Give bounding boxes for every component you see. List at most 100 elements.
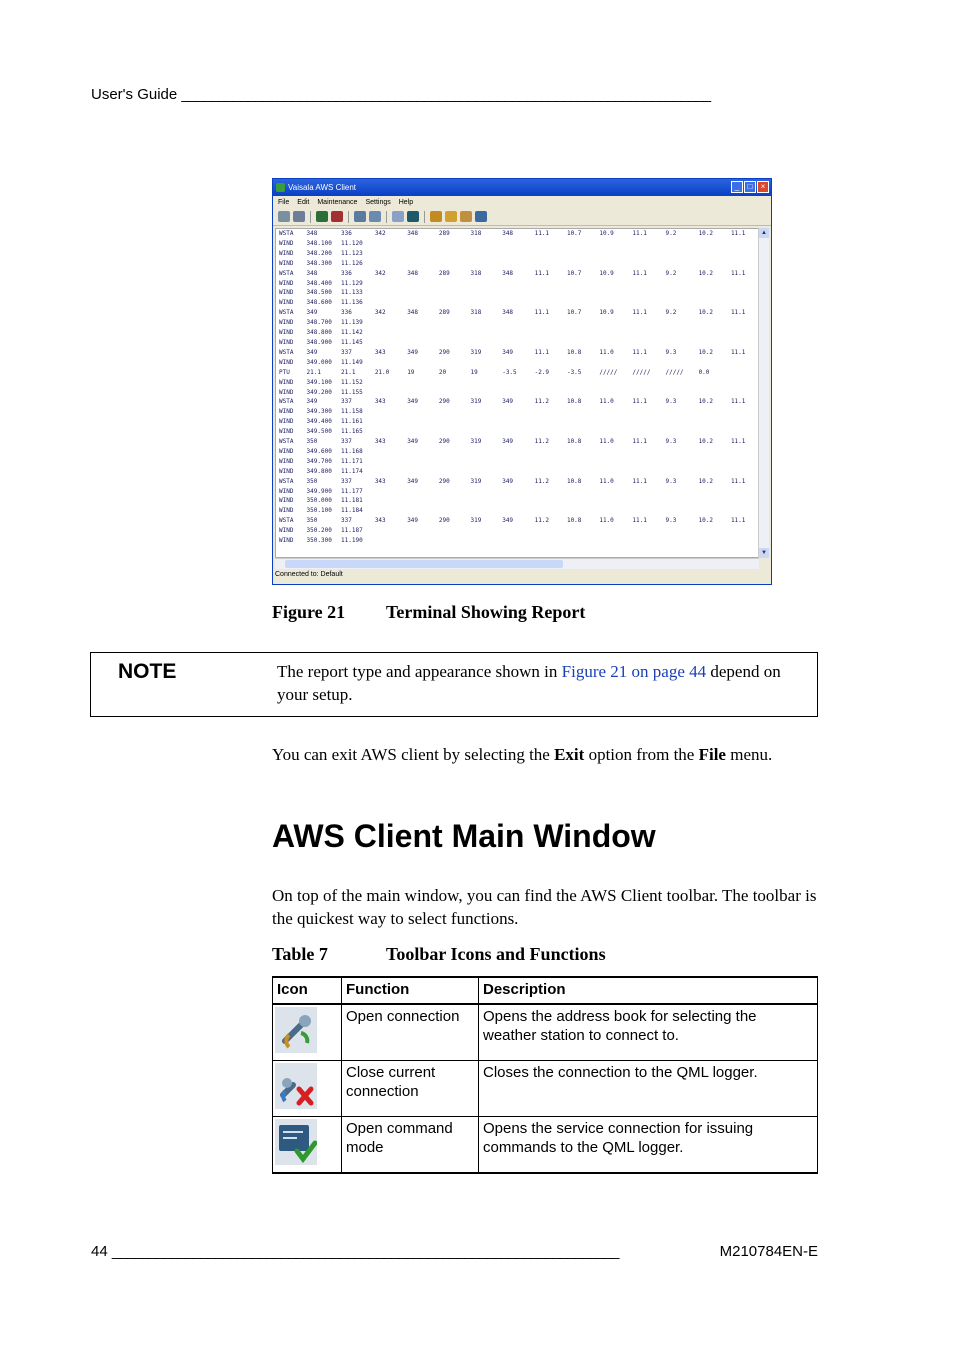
terminal-cell: 349.600 bbox=[306, 447, 332, 455]
terminal-cell: 10.2 bbox=[698, 398, 714, 406]
terminal-cell: 349 bbox=[407, 517, 419, 525]
terminal-cell: WIND bbox=[279, 319, 294, 327]
menu-help[interactable]: Help bbox=[399, 199, 413, 206]
terminal-row: WIND 348.200 11.123 bbox=[276, 249, 758, 259]
figure-number: Figure 21 bbox=[272, 602, 346, 622]
terminal-cell: 9.3 bbox=[665, 348, 677, 356]
terminal-cell: 10.2 bbox=[698, 309, 714, 317]
terminal-cell: 11.152 bbox=[341, 378, 363, 386]
copy-icon[interactable] bbox=[392, 211, 404, 222]
terminal-cell: 10.2 bbox=[698, 438, 714, 446]
terminal-cell: 11.133 bbox=[341, 289, 363, 297]
terminal-cell: WIND bbox=[279, 487, 294, 495]
horizontal-scrollbar[interactable] bbox=[275, 558, 759, 569]
terminal-cell: 348 bbox=[407, 309, 419, 317]
terminal-cell: 349 bbox=[407, 477, 419, 485]
folder-icon[interactable] bbox=[460, 211, 472, 222]
toolbar-separator bbox=[386, 210, 387, 223]
terminal-cell: WIND bbox=[279, 447, 294, 455]
terminal-cell: 11.1 bbox=[534, 230, 550, 237]
terminal-cell: WIND bbox=[279, 358, 294, 366]
maximize-icon[interactable]: □ bbox=[744, 181, 756, 193]
table-caption-title: Toolbar Icons and Functions bbox=[386, 944, 606, 964]
close-connection-icon[interactable] bbox=[293, 211, 305, 222]
table-row: Open connection Opens the address book f… bbox=[272, 1003, 818, 1061]
terminal-cell: 11.123 bbox=[341, 249, 363, 257]
terminal-cell: 11.168 bbox=[341, 447, 363, 455]
terminal-cell: 11.155 bbox=[341, 388, 363, 396]
terminal-cell: ///// bbox=[599, 368, 618, 376]
terminal-cell: 10.8 bbox=[566, 477, 582, 485]
terminal-cell: 349 bbox=[306, 398, 318, 406]
terminal-cell: 11.120 bbox=[341, 239, 363, 247]
terminal-cell: 11.177 bbox=[341, 487, 363, 495]
terminal-cell: 11.1 bbox=[632, 269, 647, 277]
table-header-row: Icon Function Description bbox=[272, 976, 818, 1005]
terminal-cell: 343 bbox=[374, 517, 386, 525]
terminal-cell: 11.0 bbox=[599, 517, 614, 525]
command-mode-icon[interactable] bbox=[316, 211, 328, 222]
upload-icon[interactable] bbox=[369, 211, 381, 222]
terminal-row: PTU 21.1 21.1 21.0 19 20 19 -3.5 -2.9 -3.5 ///// //… bbox=[276, 368, 758, 378]
menu-file[interactable]: File bbox=[278, 199, 289, 206]
terminal-cell: WIND bbox=[279, 259, 294, 267]
terminal-cell: 9.2 bbox=[665, 230, 677, 237]
scroll-thumb[interactable] bbox=[285, 560, 563, 568]
terminal-cell: 11.1 bbox=[730, 398, 746, 406]
stop-command-icon[interactable] bbox=[331, 211, 343, 222]
footer-rule: ________________________________________… bbox=[111, 1243, 620, 1260]
terminal-cell: 350.200 bbox=[306, 527, 332, 535]
terminal-row: WIND 350.300 11.190 bbox=[276, 536, 758, 546]
terminal-cell: WSTA bbox=[279, 517, 294, 525]
table-caption-number: Table 7 bbox=[272, 944, 328, 964]
description-cell: Opens the service connection for issuing… bbox=[478, 1116, 818, 1174]
transfer-icon[interactable] bbox=[354, 211, 366, 222]
terminal-cell: 349.800 bbox=[306, 467, 332, 475]
settings-icon[interactable] bbox=[430, 211, 442, 222]
command-mode-icon bbox=[275, 1119, 318, 1165]
terminal-cell: 350.100 bbox=[306, 507, 332, 515]
scroll-down-icon[interactable]: ▼ bbox=[759, 548, 769, 558]
terminal-cell: 11.158 bbox=[341, 408, 363, 416]
terminal-cell: 348 bbox=[407, 230, 419, 237]
terminal-cell: WIND bbox=[279, 497, 294, 505]
toolbar-separator bbox=[348, 210, 349, 223]
terminal-output: WSTA 348 336 342 348 289 318 348 11.1 10.7 10.9 11.… bbox=[275, 228, 759, 558]
terminal-row: WIND 348.800 11.142 bbox=[276, 328, 758, 338]
terminal-cell: 319 bbox=[470, 517, 482, 525]
figure-caption: Figure 21 bbox=[272, 602, 345, 623]
terminal-icon[interactable] bbox=[407, 211, 419, 222]
scroll-up-icon[interactable]: ▲ bbox=[759, 228, 769, 238]
terminal-cell: 10.9 bbox=[599, 309, 614, 317]
terminal-row: WIND 349.600 11.168 bbox=[276, 447, 758, 457]
open-connection-icon[interactable] bbox=[278, 211, 290, 222]
menu-settings[interactable]: Settings bbox=[365, 199, 390, 206]
terminal-cell: 10.7 bbox=[566, 269, 582, 277]
terminal-row: WIND 349.100 11.152 bbox=[276, 378, 758, 388]
terminal-cell: 350 bbox=[306, 477, 318, 485]
menu-edit[interactable]: Edit bbox=[297, 199, 309, 206]
close-icon[interactable]: × bbox=[757, 181, 769, 193]
figure-cross-reference-link[interactable]: Figure 21 on page 44 bbox=[562, 662, 706, 681]
terminal-cell: 11.0 bbox=[599, 398, 614, 406]
terminal-cell: 9.3 bbox=[665, 517, 677, 525]
terminal-cell: 11.1 bbox=[534, 269, 550, 277]
terminal-row: WIND 350.200 11.187 bbox=[276, 526, 758, 536]
info-icon[interactable] bbox=[475, 211, 487, 222]
vertical-scrollbar[interactable]: ▲ ▼ bbox=[758, 228, 769, 558]
minimize-icon[interactable]: _ bbox=[731, 181, 743, 193]
terminal-cell: 349.000 bbox=[306, 358, 332, 366]
terminal-cell: 11.129 bbox=[341, 279, 363, 287]
terminal-cell: 343 bbox=[374, 398, 386, 406]
terminal-cell: 11.142 bbox=[341, 329, 363, 337]
terminal-cell: 349 bbox=[407, 348, 419, 356]
terminal-cell: ///// bbox=[665, 368, 684, 376]
terminal-cell: 290 bbox=[438, 348, 450, 356]
page-number: 44 _____________________________________… bbox=[91, 1243, 620, 1260]
logger-icon[interactable] bbox=[445, 211, 457, 222]
menu-maintenance[interactable]: Maintenance bbox=[317, 199, 357, 206]
terminal-cell: WSTA bbox=[279, 348, 294, 356]
file-bold: File bbox=[698, 745, 726, 764]
terminal-row: WSTA 348 336 342 348 289 318 348 11.1 10.7 10.9 11.… bbox=[276, 269, 758, 279]
terminal-cell: 11.171 bbox=[341, 457, 363, 465]
